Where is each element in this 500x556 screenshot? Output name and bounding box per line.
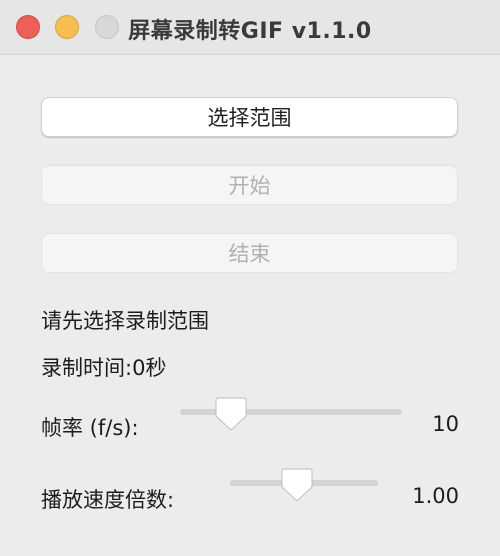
- frame-rate-label: 帧率 (f/s):: [41, 416, 139, 440]
- frame-rate-slider-knob[interactable]: [214, 396, 248, 432]
- record-time-label: 录制时间:: [41, 356, 133, 380]
- playback-speed-value: 1.00: [412, 484, 459, 508]
- title-bar: 屏幕录制转GIF v1.1.0: [0, 0, 500, 55]
- start-button: 开始: [41, 165, 458, 205]
- select-range-button[interactable]: 选择范围: [41, 97, 458, 137]
- frame-rate-value: 10: [432, 412, 459, 436]
- playback-speed-label: 播放速度倍数:: [41, 488, 175, 512]
- window-title: 屏幕录制转GIF v1.1.0: [128, 19, 372, 44]
- record-time-row: 录制时间:0秒: [41, 352, 166, 382]
- frame-rate-slider[interactable]: [180, 396, 402, 431]
- stop-button: 结束: [41, 233, 458, 273]
- app-window: 屏幕录制转GIF v1.1.0 选择范围 开始 结束 请先选择录制范围 录制时间…: [0, 0, 500, 556]
- playback-speed-slider-knob[interactable]: [280, 467, 314, 503]
- record-time-value: 0秒: [132, 356, 167, 380]
- status-message: 请先选择录制范围: [41, 309, 209, 333]
- playback-speed-slider[interactable]: [230, 467, 378, 502]
